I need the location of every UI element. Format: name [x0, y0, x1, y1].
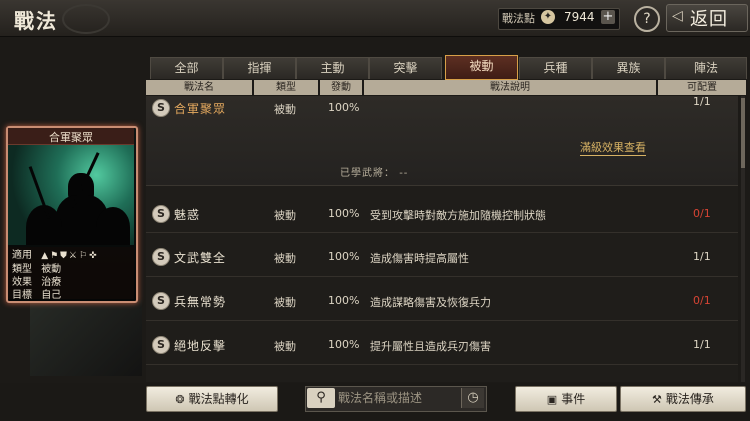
troop-type-icons: ▲⚑⛊⚔⚐✜ [41, 251, 99, 261]
grade-badge: S [152, 99, 170, 117]
tactic-type: 被動 [274, 252, 296, 265]
card-background-art [30, 300, 142, 376]
grade-badge: S [152, 205, 170, 223]
tactic-rate: 100% [328, 338, 360, 351]
tactic-type: 被動 [274, 296, 296, 309]
card-info: 適用 ▲⚑⛊⚔⚐✜ 類型 被動 效果 治療 目標 自己 [8, 247, 134, 302]
tactic-description: 受到攻擊時對敵方施加隨機控制狀態 [370, 209, 546, 222]
card-info-key: 類型 [12, 264, 32, 275]
tab-foreign[interactable]: 異族 [592, 57, 665, 79]
column-header-rate[interactable]: 發動 [320, 80, 362, 95]
card-info-key: 適用 [12, 250, 32, 261]
events-label: 事件 [561, 392, 586, 406]
tab-command[interactable]: 指揮 [223, 57, 296, 79]
tactic-type: 被動 [274, 103, 296, 116]
events-button[interactable]: ▣ 事件 [515, 386, 617, 412]
tactic-name: 絕地反擊 [174, 339, 227, 353]
card-info-key: 目標 [12, 290, 32, 301]
tab-formation[interactable]: 陣法 [665, 57, 747, 79]
hammer-icon: ⚒ [652, 393, 662, 406]
grade-badge: S [152, 292, 170, 310]
convert-points-button[interactable]: ❂ 戰法點轉化 [146, 386, 278, 412]
card-info-row: 類型 被動 [12, 263, 130, 276]
tactic-config: 1/1 [693, 250, 711, 263]
page-title: 戰法 [14, 9, 58, 33]
tactic-type: 被動 [274, 340, 296, 353]
help-button[interactable]: ? [634, 6, 660, 32]
card-info-value: 自己 [41, 290, 62, 301]
tactic-rate: 100% [328, 207, 360, 220]
tactic-config: 1/1 [693, 95, 711, 108]
learned-generals-value: -- [399, 168, 409, 179]
tactic-config: 0/1 [693, 294, 711, 307]
tactic-rate: 100% [328, 101, 360, 114]
tactic-config: 1/1 [693, 338, 711, 351]
tactic-name: 兵無常勢 [174, 295, 227, 309]
table-row-expanded[interactable] [146, 96, 738, 186]
card-artwork [8, 145, 134, 245]
add-points-button[interactable]: + [601, 10, 615, 24]
card-info-row: 目標 自己 [12, 289, 130, 302]
search-input[interactable] [338, 388, 458, 408]
tab-troop[interactable]: 兵種 [519, 57, 592, 79]
column-header-type[interactable]: 類型 [254, 80, 318, 95]
tactic-description: 提升屬性且造成兵刃傷害 [370, 340, 491, 353]
clock-icon[interactable]: ◷ [461, 388, 484, 408]
tab-all[interactable]: 全部 [150, 57, 223, 79]
tactic-rate: 100% [328, 294, 360, 307]
tactic-name: 魅惑 [174, 208, 201, 222]
tactic-config: 0/1 [693, 207, 711, 220]
book-icon: ▣ [546, 393, 558, 406]
card-info-row: 效果 治療 [12, 276, 130, 289]
tab-passive[interactable]: 被動 [445, 55, 518, 80]
inherit-tactic-button[interactable]: ⚒ 戰法傳承 [620, 386, 746, 412]
decorative-swirl-icon [62, 4, 110, 34]
tactic-name: 合軍聚眾 [174, 102, 227, 116]
card-info-value: 治療 [41, 277, 62, 288]
max-effect-link[interactable]: 滿級效果查看 [580, 139, 646, 156]
tactic-points-label: 戰法點 [502, 12, 535, 25]
tab-assault[interactable]: 突擊 [369, 57, 442, 79]
tactic-points-value: 7944 [564, 10, 595, 24]
column-header-name[interactable]: 戰法名 [146, 80, 252, 95]
back-button-label: 返回 [690, 9, 728, 30]
tactic-type: 被動 [274, 209, 296, 222]
learned-generals: 已學武將： -- [340, 164, 408, 179]
card-info-row: 適用 ▲⚑⛊⚔⚐✜ [12, 249, 130, 263]
convert-points-label: 戰法點轉化 [188, 392, 249, 406]
inherit-tactic-label: 戰法傳承 [665, 392, 714, 406]
tactic-description: 造成謀略傷害及恢復兵力 [370, 296, 491, 309]
column-header-description: 戰法說明 [364, 80, 656, 95]
grade-badge: S [152, 336, 170, 354]
tactic-rate: 100% [328, 250, 360, 263]
tactic-name: 文武雙全 [174, 251, 227, 265]
scrollbar-thumb[interactable] [741, 98, 745, 168]
card-info-key: 效果 [12, 277, 32, 288]
grade-badge: S [152, 248, 170, 266]
card-title: 合軍聚眾 [49, 131, 93, 144]
search-icon[interactable]: ⚲ [307, 388, 335, 408]
tactic-points-icon: ✦ [541, 10, 555, 24]
learned-generals-label: 已學武將： [340, 168, 395, 179]
tactic-description: 造成傷害時提高屬性 [370, 252, 469, 265]
card-info-value: 被動 [41, 264, 62, 275]
flame-icon: ❂ [175, 393, 185, 406]
column-header-config[interactable]: 可配置 [658, 80, 746, 95]
tab-active[interactable]: 主動 [296, 57, 369, 79]
back-arrow-icon: ◁ [672, 8, 683, 24]
